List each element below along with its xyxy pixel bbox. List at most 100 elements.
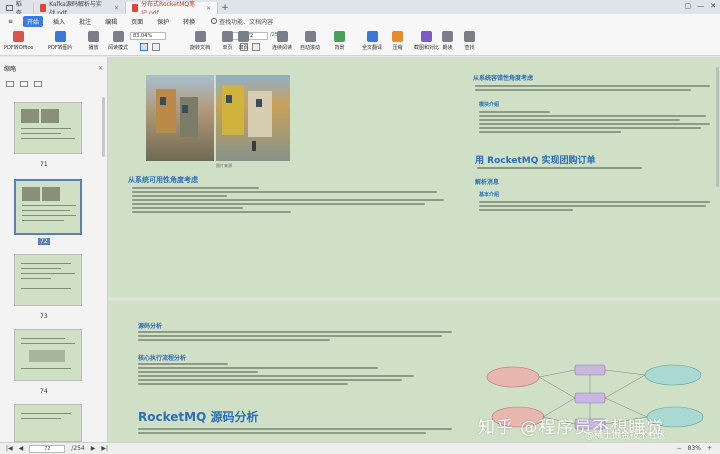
watermark-subtext: @稀土掘金技术社区 — [585, 431, 667, 441]
tab-home[interactable]: 稻壳 — [0, 1, 34, 17]
zoom-in-button[interactable]: + — [707, 445, 712, 452]
body-paragraph — [475, 83, 715, 99]
ribbon-button[interactable]: 阅读模式 — [108, 29, 128, 55]
ribbon-button-label: 连续阅读 — [272, 45, 293, 51]
new-tab-button[interactable]: + — [218, 2, 232, 14]
ribbon-button[interactable]: 朗读 — [442, 29, 453, 55]
thumbnail-number: 74 — [40, 388, 48, 395]
thumbnail-page-72[interactable] — [14, 179, 82, 235]
ribbon-button[interactable]: 双页 — [238, 29, 249, 55]
zoom-input[interactable]: 83.04% — [130, 32, 166, 40]
ribbon-button-label: 截图和对比 — [414, 45, 440, 51]
ribbon-button-label: 单页 — [222, 45, 233, 51]
close-panel-icon[interactable]: ✕ — [98, 65, 103, 72]
ribbon-button-icon — [366, 31, 378, 42]
first-page-button[interactable]: |◀ — [6, 445, 13, 452]
thumbnail-panel: 缩略 ✕ 71 72 73 74 — [0, 57, 108, 442]
ribbon-button[interactable]: 全文翻译 — [362, 29, 382, 55]
ribbon-button[interactable]: PDF转Office — [4, 29, 33, 55]
thumbnail-toolbar — [0, 79, 107, 89]
ribbon-button[interactable]: 旋转文档 — [190, 29, 210, 55]
thumbnail-text-line — [21, 368, 71, 369]
section-heading: 从系统容错性角度考虑 — [473, 75, 534, 82]
building-photo — [216, 75, 290, 161]
zoom-out-button[interactable]: − — [677, 445, 682, 452]
title-bar: 稻壳 Kafka源码解析与实战.pdf ✕ 分布式RocketMQ笔记.pdf … — [0, 0, 720, 17]
thumbnail-page-75[interactable] — [14, 404, 82, 442]
thumbnail-page-74[interactable] — [14, 329, 82, 381]
prev-page-button[interactable]: ◀ — [19, 445, 24, 452]
ribbon-button-icon — [112, 31, 124, 42]
menu-item-page[interactable]: 页面 — [127, 16, 147, 27]
menu-icon[interactable]: ≡ — [4, 17, 17, 26]
building-photo — [146, 75, 214, 161]
body-paragraph — [479, 109, 715, 157]
ribbon-button-label: 查找 — [464, 45, 475, 51]
minimize-button[interactable]: — — [697, 2, 704, 10]
thumbnail-text-line — [21, 278, 51, 279]
document-viewport[interactable]: 图片来源 从系统可用性角度考虑 从系统容错性角度考虑 模块介绍 用 Rocket… — [108, 57, 720, 442]
ribbon-button-icon — [392, 31, 403, 42]
thumbnail-diagram — [29, 350, 65, 362]
thumbnail-scrollbar[interactable] — [102, 97, 105, 157]
next-page-button[interactable]: ▶ — [91, 445, 96, 452]
fit-page-toggle[interactable] — [252, 43, 260, 51]
status-bar: |◀ ◀ 72 /254 ▶ ▶| − 83% + — [0, 442, 720, 454]
grid-view-icon[interactable] — [20, 81, 28, 87]
thumbnail-page-73[interactable] — [14, 254, 82, 306]
double-page-view-toggle[interactable] — [152, 43, 160, 51]
single-page-view-toggle[interactable] — [140, 43, 148, 51]
window-controls: ▢ — ✕ — [685, 2, 717, 10]
menu-item-convert[interactable]: 转换 — [179, 16, 199, 27]
document-scrollbar[interactable] — [716, 67, 719, 187]
ribbon-button[interactable]: 背景 — [334, 29, 345, 55]
menu-item-edit[interactable]: 编辑 — [101, 16, 121, 27]
diagram-box-node — [574, 364, 606, 376]
feature-search[interactable]: 查找功能、文档内容 — [211, 17, 273, 26]
ribbon-button[interactable]: 连续阅读 — [272, 29, 292, 55]
thumbnail-text-line — [21, 413, 71, 414]
list-view-icon[interactable] — [6, 81, 14, 87]
ribbon-button-icon — [442, 31, 453, 42]
ribbon-button[interactable]: 截图和对比 — [414, 29, 439, 55]
status-page-input[interactable]: 72 — [29, 444, 66, 453]
body-paragraph — [132, 185, 450, 243]
status-right: − 83% + — [677, 445, 712, 452]
ribbon-button-label: 旋转文档 — [190, 45, 211, 51]
feature-search-label: 查找功能、文档内容 — [219, 18, 274, 26]
menu-item-protect[interactable]: 保护 — [153, 16, 173, 27]
thumbnail-number: 73 — [40, 313, 48, 320]
ribbon-button-icon — [276, 31, 288, 42]
menu-item-insert[interactable]: 插入 — [49, 16, 69, 27]
ribbon-button[interactable]: 查找 — [464, 29, 475, 55]
ribbon-button-label: 背景 — [334, 45, 345, 51]
pdf-file-icon — [40, 4, 47, 12]
ribbon-button[interactable]: 单页 — [222, 29, 233, 55]
ribbon-button[interactable]: PDF转图片 — [48, 29, 73, 55]
ribbon-button-icon — [238, 31, 249, 42]
thumbnail-size-icon[interactable] — [34, 81, 42, 87]
last-page-button[interactable]: ▶| — [101, 445, 108, 452]
thumbnail-page-71[interactable] — [14, 102, 82, 154]
ribbon-button[interactable]: 压缩 — [392, 29, 403, 55]
ribbon-button-label: 播放 — [88, 45, 99, 51]
menu-item-start[interactable]: 开始 — [23, 15, 44, 27]
close-tab-icon[interactable]: ✕ — [114, 5, 119, 12]
thumbnail-text-line — [21, 418, 61, 419]
ribbon-button-label: 双页 — [238, 45, 249, 51]
tab-document-2[interactable]: 分布式RocketMQ笔记.pdf ✕ — [126, 1, 218, 17]
menu-bar: ≡ 开始 插入 批注 编辑 页面 保护 转换 查找功能、文档内容 — [0, 14, 720, 28]
close-window-button[interactable]: ✕ — [710, 2, 716, 10]
thumbnail-text-line — [22, 205, 76, 206]
thumbnail-number: 71 — [40, 161, 48, 168]
thumbnail-text-line — [21, 343, 75, 344]
thumbnail-text-line — [21, 288, 71, 289]
pdf-file-icon — [132, 4, 139, 12]
subheading: 模块介绍 — [479, 102, 500, 108]
menu-item-annotate[interactable]: 批注 — [75, 16, 95, 27]
tab-document-1[interactable]: Kafka源码解析与实战.pdf ✕ — [34, 1, 126, 17]
close-tab-icon[interactable]: ✕ — [206, 5, 211, 12]
ribbon-button[interactable]: 自动滚动 — [300, 29, 320, 55]
ribbon-button[interactable]: 播放 — [88, 29, 99, 55]
restore-button[interactable]: ▢ — [685, 2, 692, 10]
